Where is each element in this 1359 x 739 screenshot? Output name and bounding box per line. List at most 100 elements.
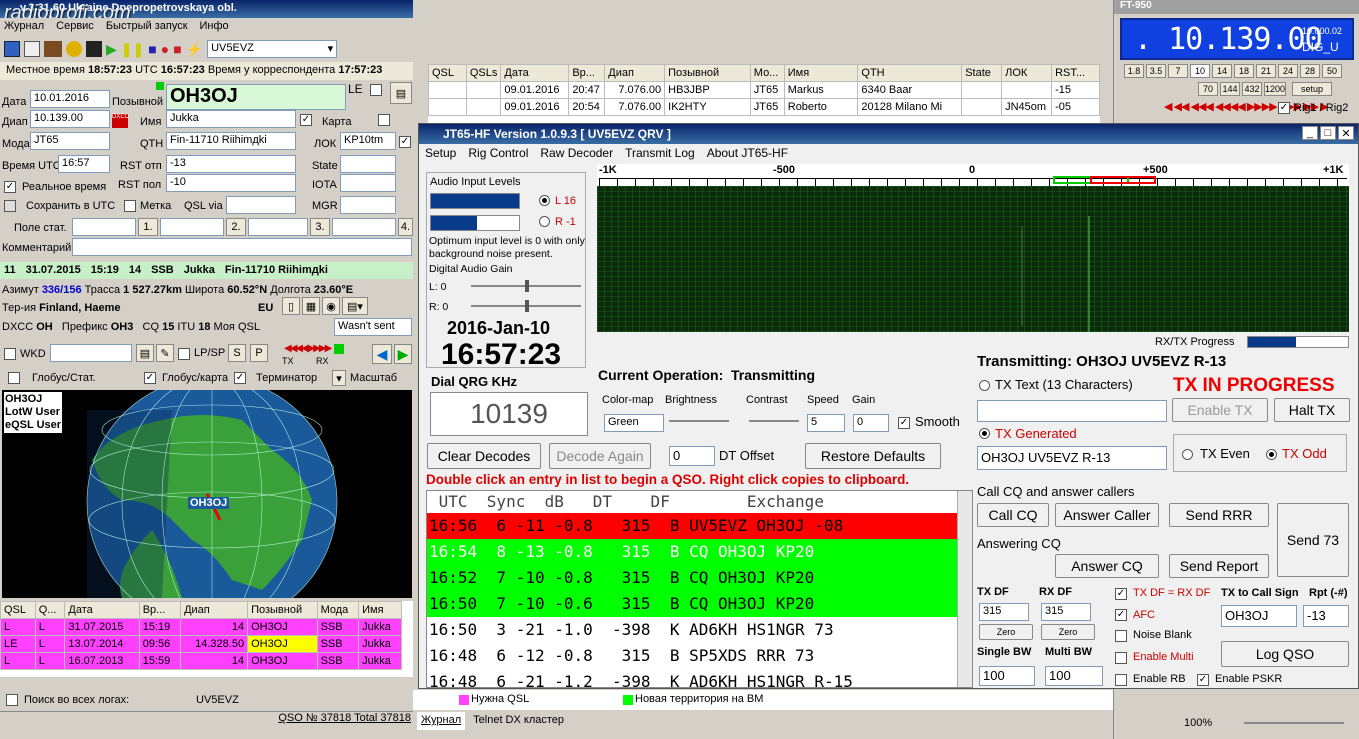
- band-1200[interactable]: 1200: [1264, 82, 1286, 96]
- band-7[interactable]: 7: [1168, 64, 1188, 78]
- menu-raw-decoder[interactable]: Raw Decoder: [540, 146, 613, 160]
- map2-checkbox[interactable]: [378, 114, 390, 126]
- realtime-checkbox[interactable]: ✓: [4, 181, 16, 193]
- answer-cq-button[interactable]: Answer CQ: [1055, 554, 1159, 578]
- smooth-checkbox[interactable]: ✓: [898, 417, 910, 429]
- zoom-slider[interactable]: [1244, 722, 1344, 724]
- brightness-slider[interactable]: [669, 420, 729, 422]
- list-item[interactable]: 16:48 6 -21 -1.2 -398 K AD6KH HS1NGR R-1…: [427, 669, 957, 687]
- multibw-field[interactable]: 100: [1045, 666, 1103, 686]
- menu-info[interactable]: Инфо: [200, 20, 229, 34]
- map-icon[interactable]: ▦: [302, 297, 320, 315]
- loc-field[interactable]: KP10tm: [340, 132, 396, 150]
- mgr-field[interactable]: [340, 196, 396, 214]
- globe-map[interactable]: OH3OJ OH3OJ LotW User eQSL User: [2, 390, 412, 598]
- arrow-right-icon[interactable]: ▶: [394, 344, 412, 364]
- menu-service[interactable]: Сервис: [56, 20, 94, 34]
- record-icon[interactable]: ●: [161, 41, 169, 57]
- afc-checkbox[interactable]: ✓: [1115, 609, 1127, 621]
- play-icon[interactable]: ▶: [106, 41, 117, 58]
- dt-offset-field[interactable]: 0: [669, 446, 715, 466]
- setup-button[interactable]: setup: [1292, 82, 1332, 96]
- menu-transmit-log[interactable]: Transmit Log: [625, 146, 695, 160]
- term-checkbox[interactable]: ✓: [234, 372, 246, 384]
- band-70[interactable]: 70: [1198, 82, 1218, 96]
- save-utc-checkbox[interactable]: [4, 200, 16, 212]
- band-1-8[interactable]: 1.8: [1124, 64, 1144, 78]
- iota-field[interactable]: [340, 174, 396, 192]
- wkd-btn-icon[interactable]: ▤: [136, 344, 154, 362]
- tx-text-field[interactable]: [977, 400, 1167, 422]
- enablemulti-checkbox[interactable]: [1115, 652, 1127, 664]
- copy-icon[interactable]: [24, 41, 40, 57]
- date-field[interactable]: 10.01.2016: [30, 90, 110, 108]
- contrast-slider[interactable]: [749, 420, 799, 422]
- singlebw-field[interactable]: 100: [979, 666, 1035, 686]
- tx-text-radio[interactable]: [979, 380, 990, 391]
- restore-defaults-button[interactable]: Restore Defaults: [805, 443, 941, 469]
- arrow-left-icon[interactable]: ◀: [372, 344, 392, 364]
- decode-again-button[interactable]: Decode Again: [549, 443, 651, 469]
- band-432[interactable]: 432: [1242, 82, 1262, 96]
- clear-decodes-button[interactable]: Clear Decodes: [427, 443, 541, 469]
- globe-icon[interactable]: ◉: [322, 297, 340, 315]
- wkd-btn2-icon[interactable]: ✎: [156, 344, 174, 362]
- book-icon[interactable]: ▤: [390, 82, 412, 104]
- band-18[interactable]: 18: [1234, 64, 1254, 78]
- search-all-checkbox[interactable]: [6, 694, 18, 706]
- list-item[interactable]: 16:48 6 -12 -0.8 315 B SP5XDS RRR 73: [427, 643, 957, 669]
- mark-checkbox[interactable]: [124, 200, 136, 212]
- f2-button[interactable]: 2.: [226, 218, 246, 236]
- band-50[interactable]: 50: [1322, 64, 1342, 78]
- enablerb-checkbox[interactable]: [1115, 674, 1127, 686]
- noiseblank-checkbox[interactable]: [1115, 630, 1127, 642]
- band-21[interactable]: 21: [1256, 64, 1276, 78]
- tab-log[interactable]: Журнал: [417, 712, 466, 730]
- rst-rcvd-field[interactable]: -10: [166, 174, 296, 192]
- answer-caller-button[interactable]: Answer Caller: [1055, 503, 1159, 527]
- band-144[interactable]: 144: [1220, 82, 1240, 96]
- list-item[interactable]: 16:56 6 -11 -0.8 315 B UV5EVZ OH3OJ -08: [427, 513, 957, 539]
- mode-select[interactable]: JT65: [30, 132, 110, 150]
- rxdf-field[interactable]: 315: [1041, 603, 1091, 621]
- call-cq-button[interactable]: Call CQ: [977, 503, 1049, 527]
- lpsp-checkbox[interactable]: [178, 348, 190, 360]
- menu-icon[interactable]: ▤▾: [342, 297, 368, 315]
- band-14[interactable]: 14: [1212, 64, 1232, 78]
- band-select[interactable]: 10.139.00: [30, 110, 110, 128]
- rotor-arrows-icon[interactable]: ◀◀◀◀ ▶▶▶▶: [284, 343, 332, 354]
- map-checkbox[interactable]: ✓: [300, 114, 312, 126]
- txdf-field[interactable]: 315: [979, 603, 1029, 621]
- dxcc-icon[interactable]: DXCC: [112, 114, 129, 128]
- close-icon[interactable]: ✕: [1338, 126, 1354, 140]
- wkd-checkbox[interactable]: [4, 348, 16, 360]
- pole3-field[interactable]: [248, 218, 308, 236]
- enablepskr-checkbox[interactable]: ✓: [1197, 674, 1209, 686]
- list-item[interactable]: 16:54 8 -13 -0.8 315 B CQ OH3OJ KP20: [427, 539, 957, 565]
- minimize-icon[interactable]: _: [1302, 126, 1318, 140]
- callsign-select[interactable]: UV5EVZ ▾: [207, 40, 338, 58]
- send-report-button[interactable]: Send Report: [1169, 554, 1269, 578]
- state-field[interactable]: [340, 155, 396, 173]
- disk-icon[interactable]: [86, 41, 102, 57]
- waterfall[interactable]: -1K -500 0 +500 +1K: [597, 164, 1349, 336]
- scale-spin[interactable]: ▾: [332, 370, 346, 386]
- gain-field[interactable]: 0: [853, 414, 889, 432]
- radio-l[interactable]: [539, 195, 550, 206]
- pause-icon[interactable]: ❚❚: [121, 41, 144, 58]
- send-73-button[interactable]: Send 73: [1277, 503, 1349, 577]
- enable-tx-button[interactable]: Enable TX: [1172, 398, 1268, 422]
- radio-r[interactable]: [539, 216, 550, 227]
- radio-icon[interactable]: [44, 41, 62, 57]
- loc-checkbox[interactable]: ✓: [399, 136, 411, 148]
- wkd-field[interactable]: [50, 344, 132, 362]
- tab-telnet[interactable]: Telnet DX кластер: [467, 712, 570, 730]
- colormap-select[interactable]: Green: [604, 414, 664, 432]
- pole4-field[interactable]: [332, 218, 396, 236]
- log-grid[interactable]: QSL QSLs Дата Вр... Диап Позывной Мо... Имя QTH S…: [428, 64, 1100, 124]
- halt-tx-button[interactable]: Halt TX: [1274, 398, 1350, 422]
- doc-icon[interactable]: ▯: [282, 297, 300, 315]
- tx-generated-radio[interactable]: [979, 428, 990, 439]
- qrg-field[interactable]: 10139: [430, 392, 588, 436]
- myqsl-select[interactable]: Wasn't sent: [334, 318, 412, 336]
